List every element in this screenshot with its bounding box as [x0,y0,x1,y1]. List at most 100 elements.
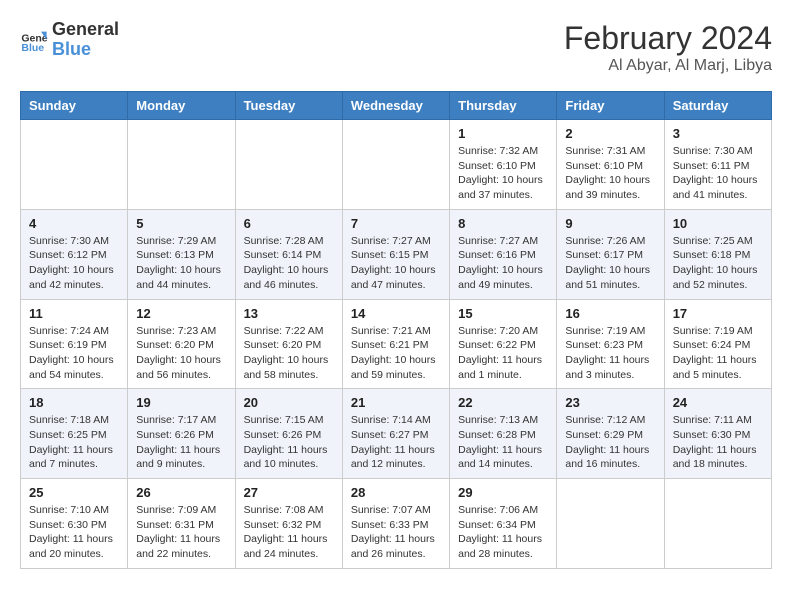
day-number: 11 [29,306,119,321]
calendar-cell: 15 Sunrise: 7:20 AM Sunset: 6:22 PM Dayli… [450,299,557,389]
calendar-cell: 28 Sunrise: 7:07 AM Sunset: 6:33 PM Dayli… [342,479,449,569]
day-number: 24 [673,395,763,410]
calendar-cell: 24Sunrise: 7:11 AM Sunset: 6:30 PM Dayli… [664,389,771,479]
day-number: 27 [244,485,334,500]
day-number: 28 [351,485,441,500]
calendar-cell: 11Sunrise: 7:24 AM Sunset: 6:19 PM Dayli… [21,299,128,389]
day-info: Sunrise: 7:06 AM Sunset: 6:34 PM Dayligh… [458,503,548,562]
day-info: Sunrise: 7:30 AM Sunset: 6:12 PM Dayligh… [29,234,119,293]
day-number: 29 [458,485,548,500]
calendar-cell: 9 Sunrise: 7:26 AM Sunset: 6:17 PM Daylig… [557,209,664,299]
day-info: Sunrise: 7:20 AM Sunset: 6:22 PM Dayligh… [458,324,548,383]
day-number: 3 [673,126,763,141]
calendar-cell: 25 Sunrise: 7:10 AM Sunset: 6:30 PM Dayli… [21,479,128,569]
day-number: 14 [351,306,441,321]
calendar-cell: 1Sunrise: 7:32 AM Sunset: 6:10 PM Daylig… [450,120,557,210]
calendar-header-row: SundayMondayTuesdayWednesdayThursdayFrid… [21,92,772,120]
calendar-cell [235,120,342,210]
calendar-cell [342,120,449,210]
day-number: 5 [136,216,226,231]
calendar-cell: 21 Sunrise: 7:14 AM Sunset: 6:27 PM Dayli… [342,389,449,479]
calendar-cell [21,120,128,210]
day-of-week-header: Sunday [21,92,128,120]
day-info: Sunrise: 7:26 AM Sunset: 6:17 PM Dayligh… [565,234,655,293]
day-info: Sunrise: 7:19 AM Sunset: 6:23 PM Dayligh… [565,324,655,383]
day-info: Sunrise: 7:22 AM Sunset: 6:20 PM Dayligh… [244,324,334,383]
day-number: 18 [29,395,119,410]
day-number: 15 [458,306,548,321]
day-number: 12 [136,306,226,321]
calendar-cell: 5Sunrise: 7:29 AM Sunset: 6:13 PM Daylig… [128,209,235,299]
calendar-week-row: 18 Sunrise: 7:18 AM Sunset: 6:25 PM Dayli… [21,389,772,479]
day-number: 10 [673,216,763,231]
calendar-cell: 22Sunrise: 7:13 AM Sunset: 6:28 PM Dayli… [450,389,557,479]
calendar-cell: 3 Sunrise: 7:30 AM Sunset: 6:11 PM Daylig… [664,120,771,210]
calendar-cell: 2Sunrise: 7:31 AM Sunset: 6:10 PM Daylig… [557,120,664,210]
calendar-week-row: 1Sunrise: 7:32 AM Sunset: 6:10 PM Daylig… [21,120,772,210]
calendar-cell: 26Sunrise: 7:09 AM Sunset: 6:31 PM Dayli… [128,479,235,569]
calendar-cell: 4 Sunrise: 7:30 AM Sunset: 6:12 PM Daylig… [21,209,128,299]
day-number: 13 [244,306,334,321]
calendar-cell: 10Sunrise: 7:25 AM Sunset: 6:18 PM Dayli… [664,209,771,299]
day-info: Sunrise: 7:31 AM Sunset: 6:10 PM Dayligh… [565,144,655,203]
day-of-week-header: Tuesday [235,92,342,120]
day-number: 16 [565,306,655,321]
logo-line2: Blue [52,40,119,60]
day-info: Sunrise: 7:10 AM Sunset: 6:30 PM Dayligh… [29,503,119,562]
calendar-cell: 7 Sunrise: 7:27 AM Sunset: 6:15 PM Daylig… [342,209,449,299]
day-info: Sunrise: 7:21 AM Sunset: 6:21 PM Dayligh… [351,324,441,383]
location-subtitle: Al Abyar, Al Marj, Libya [564,57,772,75]
calendar-cell: 19 Sunrise: 7:17 AM Sunset: 6:26 PM Dayli… [128,389,235,479]
calendar-cell: 27Sunrise: 7:08 AM Sunset: 6:32 PM Dayli… [235,479,342,569]
page-header: General Blue General Blue February 2024 … [20,20,772,75]
calendar-cell [557,479,664,569]
calendar-week-row: 25 Sunrise: 7:10 AM Sunset: 6:30 PM Dayli… [21,479,772,569]
day-number: 4 [29,216,119,231]
svg-text:Blue: Blue [21,42,44,54]
day-info: Sunrise: 7:18 AM Sunset: 6:25 PM Dayligh… [29,413,119,472]
day-info: Sunrise: 7:17 AM Sunset: 6:26 PM Dayligh… [136,413,226,472]
day-number: 21 [351,395,441,410]
day-number: 8 [458,216,548,231]
day-number: 20 [244,395,334,410]
day-number: 6 [244,216,334,231]
calendar-cell: 18 Sunrise: 7:18 AM Sunset: 6:25 PM Dayli… [21,389,128,479]
day-of-week-header: Friday [557,92,664,120]
day-info: Sunrise: 7:27 AM Sunset: 6:16 PM Dayligh… [458,234,548,293]
calendar-cell: 6 Sunrise: 7:28 AM Sunset: 6:14 PM Daylig… [235,209,342,299]
month-year-title: February 2024 [564,20,772,57]
day-info: Sunrise: 7:07 AM Sunset: 6:33 PM Dayligh… [351,503,441,562]
day-info: Sunrise: 7:09 AM Sunset: 6:31 PM Dayligh… [136,503,226,562]
day-info: Sunrise: 7:12 AM Sunset: 6:29 PM Dayligh… [565,413,655,472]
logo-icon: General Blue [20,26,48,54]
calendar-cell: 14 Sunrise: 7:21 AM Sunset: 6:21 PM Dayli… [342,299,449,389]
calendar-cell: 17 Sunrise: 7:19 AM Sunset: 6:24 PM Dayli… [664,299,771,389]
calendar-cell [664,479,771,569]
day-info: Sunrise: 7:14 AM Sunset: 6:27 PM Dayligh… [351,413,441,472]
day-info: Sunrise: 7:32 AM Sunset: 6:10 PM Dayligh… [458,144,548,203]
calendar-week-row: 11Sunrise: 7:24 AM Sunset: 6:19 PM Dayli… [21,299,772,389]
day-info: Sunrise: 7:15 AM Sunset: 6:26 PM Dayligh… [244,413,334,472]
day-of-week-header: Thursday [450,92,557,120]
calendar-cell [128,120,235,210]
day-info: Sunrise: 7:30 AM Sunset: 6:11 PM Dayligh… [673,144,763,203]
day-number: 23 [565,395,655,410]
logo-line1: General [52,20,119,40]
day-number: 17 [673,306,763,321]
day-number: 22 [458,395,548,410]
day-number: 25 [29,485,119,500]
calendar-cell: 20 Sunrise: 7:15 AM Sunset: 6:26 PM Dayli… [235,389,342,479]
day-info: Sunrise: 7:28 AM Sunset: 6:14 PM Dayligh… [244,234,334,293]
day-info: Sunrise: 7:27 AM Sunset: 6:15 PM Dayligh… [351,234,441,293]
calendar-cell: 8 Sunrise: 7:27 AM Sunset: 6:16 PM Daylig… [450,209,557,299]
day-info: Sunrise: 7:23 AM Sunset: 6:20 PM Dayligh… [136,324,226,383]
calendar-cell: 13 Sunrise: 7:22 AM Sunset: 6:20 PM Dayli… [235,299,342,389]
day-of-week-header: Monday [128,92,235,120]
day-of-week-header: Wednesday [342,92,449,120]
day-info: Sunrise: 7:19 AM Sunset: 6:24 PM Dayligh… [673,324,763,383]
day-number: 19 [136,395,226,410]
calendar-cell: 29 Sunrise: 7:06 AM Sunset: 6:34 PM Dayli… [450,479,557,569]
day-number: 7 [351,216,441,231]
calendar-cell: 16 Sunrise: 7:19 AM Sunset: 6:23 PM Dayli… [557,299,664,389]
day-number: 9 [565,216,655,231]
